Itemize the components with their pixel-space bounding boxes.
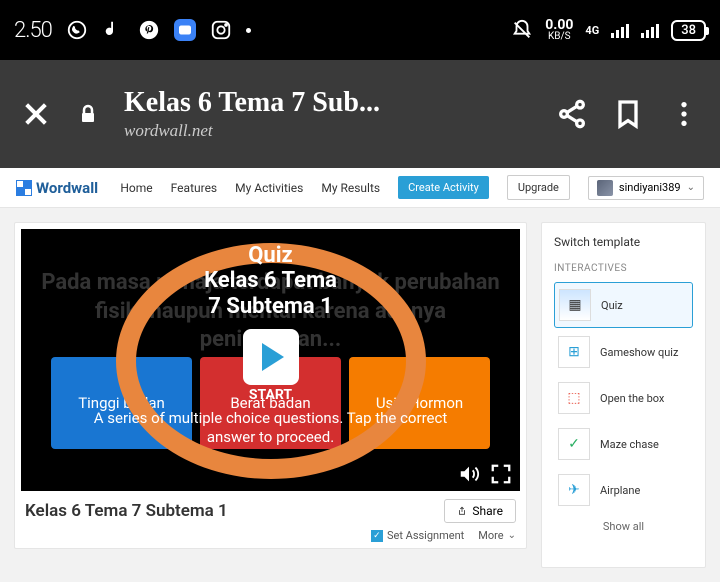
switch-template-label: Switch template <box>554 235 693 249</box>
page-title-area[interactable]: Kelas 6 Tema 7 Sub... wordwall.net <box>124 87 532 141</box>
close-tab-button[interactable] <box>20 98 52 130</box>
sound-button[interactable] <box>458 463 480 485</box>
android-statusbar: 2.50 0.00KB/S 4G 38 <box>0 0 720 60</box>
template-maze[interactable]: ✓Maze chase <box>554 422 693 466</box>
template-sidebar: Switch template INTERACTIVES ▦Quiz ⊞Game… <box>541 222 706 568</box>
page-content: Wordwall Home Features My Activities My … <box>0 168 720 582</box>
instagram-icon <box>210 19 232 41</box>
status-time: 2.50 <box>14 18 52 43</box>
openbox-template-icon: ⬚ <box>558 382 590 414</box>
wordwall-logo[interactable]: Wordwall <box>16 179 98 197</box>
start-overlay: Quiz Kelas 6 Tema7 Subtema 1 START A ser… <box>21 229 520 491</box>
menu-button[interactable] <box>668 98 700 130</box>
template-gameshow[interactable]: ⊞Gameshow quiz <box>554 330 693 374</box>
chevron-down-icon: ⌄ <box>687 182 695 193</box>
logo-icon <box>16 180 32 196</box>
quiz-label: Quiz <box>248 243 293 268</box>
nav-home[interactable]: Home <box>120 181 152 195</box>
lock-icon <box>76 102 100 126</box>
data-speed: 0.00KB/S <box>545 18 573 42</box>
show-all-button[interactable]: Show all <box>554 520 693 533</box>
battery-indicator: 38 <box>671 20 706 41</box>
whatsapp-icon <box>66 19 88 41</box>
pinterest-icon <box>138 19 160 41</box>
user-menu[interactable]: sindiyani389⌄ <box>588 176 704 200</box>
page-title: Kelas 6 Tema 7 Sub... <box>124 87 532 119</box>
network-type: 4G <box>585 24 599 37</box>
bookmark-button[interactable] <box>612 98 644 130</box>
quiz-description: A series of multiple choice questions. T… <box>21 409 520 448</box>
set-assignment-checkbox[interactable]: ✓Set Assignment <box>371 529 464 542</box>
game-preview[interactable]: Pada masa remaja terdapat banyak perubah… <box>21 229 520 491</box>
browser-toolbar: Kelas 6 Tema 7 Sub... wordwall.net <box>0 60 720 168</box>
nav-my-activities[interactable]: My Activities <box>235 181 303 195</box>
chevron-down-icon: ⌄ <box>508 530 516 541</box>
share-activity-button[interactable]: Share <box>444 499 516 523</box>
gameshow-template-icon: ⊞ <box>558 336 590 368</box>
more-notifications-dot <box>246 28 251 33</box>
share-button[interactable] <box>556 98 588 130</box>
activity-title: Kelas 6 Tema 7 Subtema 1 <box>25 501 228 521</box>
user-avatar <box>597 180 613 196</box>
dnd-icon <box>511 19 533 41</box>
create-activity-button[interactable]: Create Activity <box>398 176 489 199</box>
template-openbox[interactable]: ⬚Open the box <box>554 376 693 420</box>
template-quiz[interactable]: ▦Quiz <box>554 282 693 328</box>
wifi-bars-icon <box>641 22 659 38</box>
fullscreen-button[interactable] <box>490 463 512 485</box>
signal-bars-icon <box>611 22 629 38</box>
nav-my-results[interactable]: My Results <box>321 181 380 195</box>
maze-template-icon: ✓ <box>558 428 590 460</box>
messages-icon <box>174 19 196 41</box>
site-nav: Wordwall Home Features My Activities My … <box>0 168 720 208</box>
music-icon <box>102 19 124 41</box>
airplane-template-icon: ✈ <box>558 474 590 506</box>
upgrade-button[interactable]: Upgrade <box>507 175 570 200</box>
template-airplane[interactable]: ✈Airplane <box>554 468 693 512</box>
play-icon <box>243 329 299 385</box>
page-host: wordwall.net <box>124 121 532 141</box>
start-button[interactable]: START <box>243 329 299 403</box>
interactives-label: INTERACTIVES <box>554 263 693 274</box>
more-menu[interactable]: More⌄ <box>478 529 516 542</box>
nav-features[interactable]: Features <box>171 181 217 195</box>
quiz-template-icon: ▦ <box>559 289 591 321</box>
check-icon: ✓ <box>371 530 383 542</box>
activity-card: Pada masa remaja terdapat banyak perubah… <box>14 222 527 549</box>
activity-title-overlay: Kelas 6 Tema7 Subtema 1 <box>204 268 337 321</box>
